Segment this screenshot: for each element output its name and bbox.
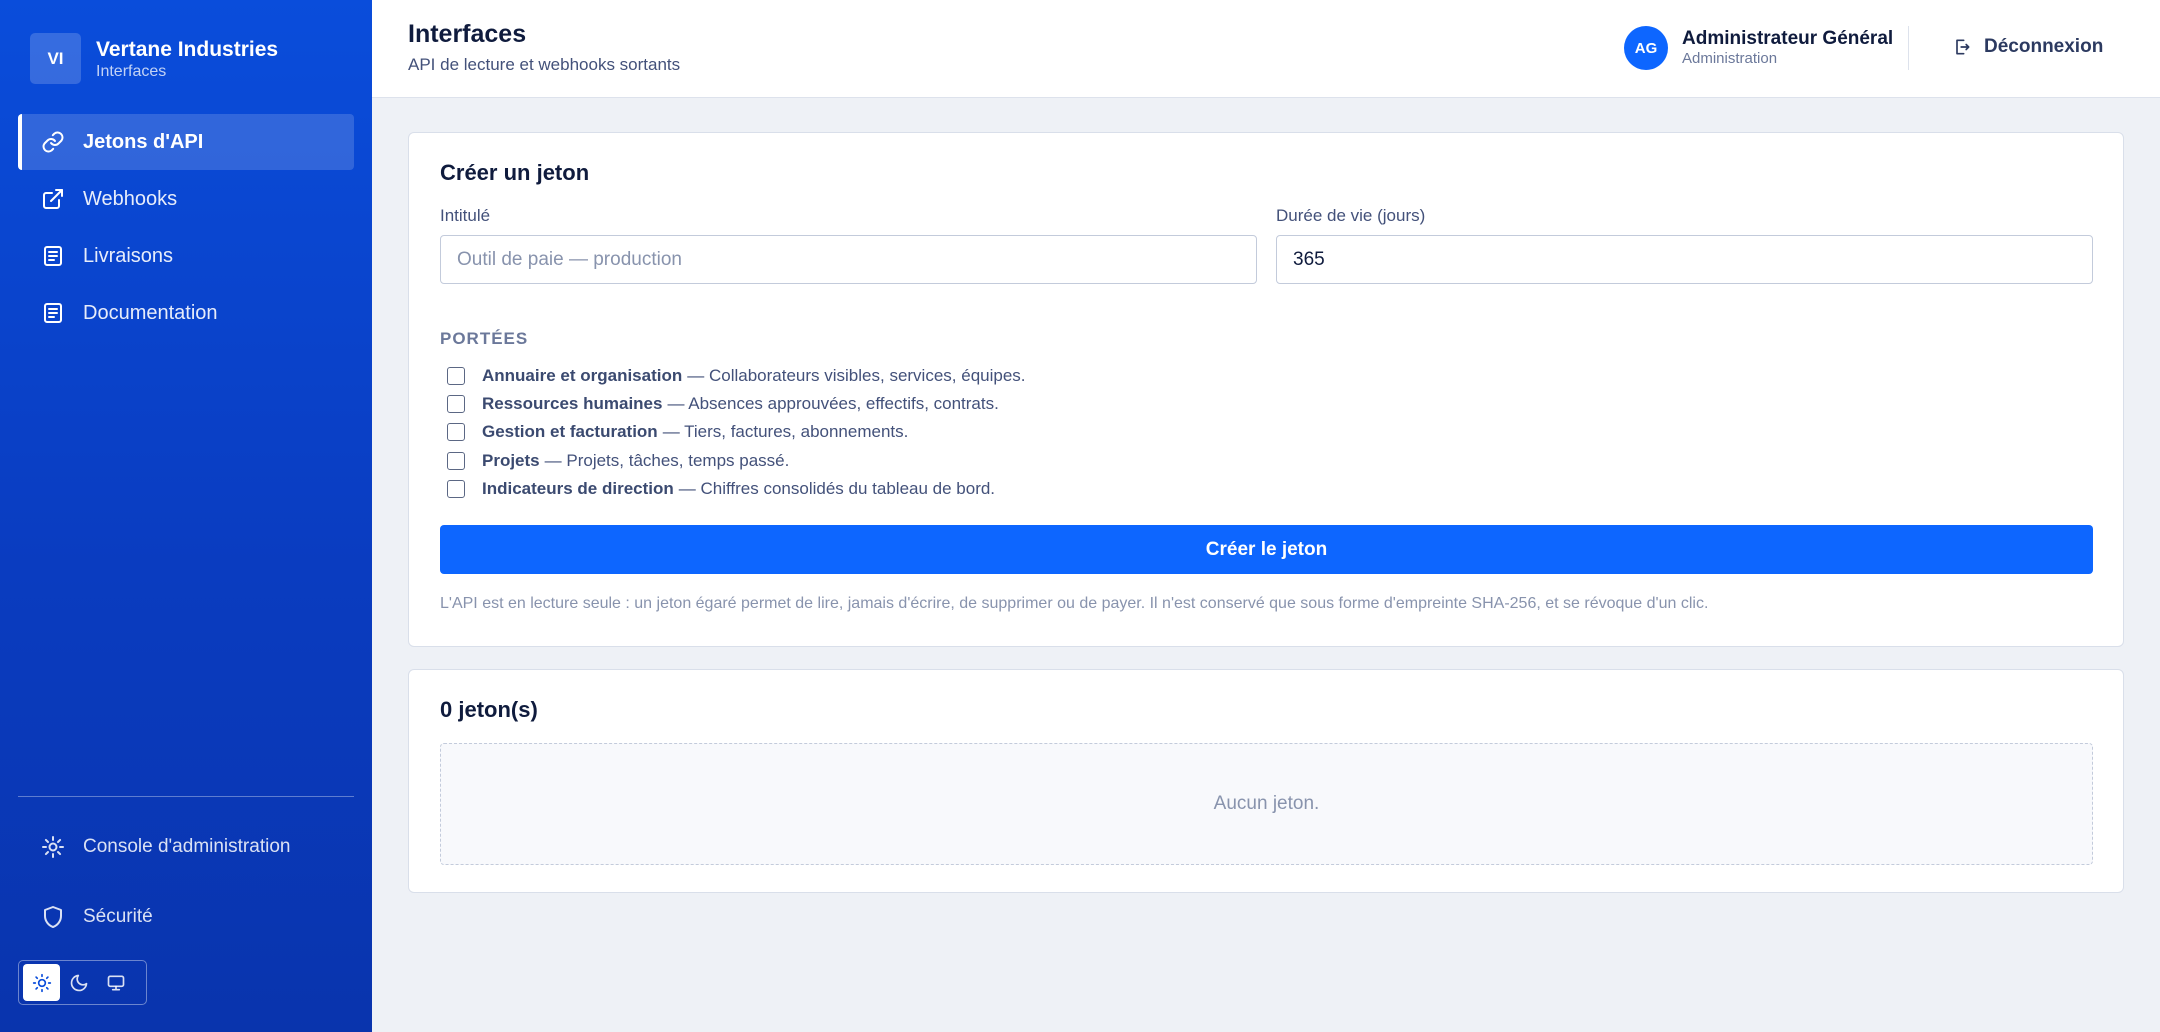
avatar: AG [1624,26,1668,70]
scope-name: Annuaire et organisation [482,366,683,385]
scope-description: — Absences approuvées, effectifs, contra… [667,394,999,413]
sidebar-divider [18,796,354,797]
sidebar-item-label: Webhooks [83,187,178,210]
sidebar: VI Vertane Industries Interfaces Jetons … [0,0,372,1032]
scope-checkbox[interactable] [447,395,465,413]
monitor-icon [107,975,124,990]
page-header: Interfaces API de lecture et webhooks so… [372,0,2160,98]
empty-state: Aucun jeton. [440,743,2093,865]
create-token-title: Créer un jeton [440,160,590,185]
brand-subtitle: Interfaces [96,62,167,80]
scope-billing[interactable]: Gestion et facturation — Tiers, factures… [447,422,908,442]
logout-button[interactable]: Déconnexion [1952,36,2103,58]
token-label-input[interactable] [440,235,1257,284]
sun-icon [32,973,51,992]
scope-description: — Projets, tâches, temps passé. [544,451,790,470]
lifetime-field-label: Durée de vie (jours) [1276,206,1426,225]
scope-management-indicators[interactable]: Indicateurs de direction — Chiffres cons… [447,479,995,499]
label-field-label: Intitulé [440,206,491,225]
brand: VI Vertane Industries Interfaces [30,33,278,84]
external-link-icon [41,187,65,211]
brand-logo: VI [30,33,81,84]
scope-name: Ressources humaines [482,394,663,413]
sidebar-item-admin-console[interactable]: Console d'administration [41,835,290,859]
logout-label: Déconnexion [1984,36,2104,57]
header-divider [1908,26,1909,70]
sidebar-nav: Jetons d'API Webhooks Livraisons Documen… [18,114,354,342]
lifetime-input[interactable] [1276,235,2093,284]
empty-state-text: Aucun jeton. [1213,793,1320,814]
tokens-list-card: 0 jeton(s) Aucun jeton. [408,669,2124,893]
brand-name: Vertane Industries [96,37,279,61]
sidebar-item-documentation[interactable]: Documentation [18,285,354,341]
gear-icon [41,835,65,859]
create-token-button[interactable]: Créer le jeton [440,525,2093,574]
scope-description: — Tiers, factures, abonnements. [662,422,909,441]
moon-icon [70,974,87,991]
scope-checkbox[interactable] [447,367,465,385]
scope-directory[interactable]: Annuaire et organisation — Collaborateur… [447,366,1026,386]
page-subtitle: API de lecture et webhooks sortants [408,55,681,74]
user-name: Administrateur Général [1682,28,1894,49]
scope-name: Projets [482,451,540,470]
scope-description: — Collaborateurs visibles, services, équ… [687,366,1026,385]
theme-light-button[interactable] [23,964,60,1001]
scopes-title: PORTÉES [440,329,529,348]
security-note: L'API est en lecture seule : un jeton ég… [440,595,1709,612]
sidebar-item-api-tokens[interactable]: Jetons d'API [18,114,354,170]
scope-description: — Chiffres consolidés du tableau de bord… [678,479,996,498]
theme-dark-button[interactable] [60,964,97,1001]
scope-checkbox[interactable] [447,423,465,441]
scope-name: Indicateurs de direction [482,479,674,498]
sidebar-item-label: Console d'administration [83,836,291,857]
sidebar-item-label: Sécurité [83,906,153,927]
scope-name: Gestion et facturation [482,422,658,441]
scope-hr[interactable]: Ressources humaines — Absences approuvée… [447,394,999,414]
list-icon [41,244,65,268]
user-menu[interactable]: AG Administrateur Général Administration [1624,26,1893,70]
theme-system-button[interactable] [97,964,134,1001]
logout-icon [1956,39,1970,55]
tokens-count-title: 0 jeton(s) [440,697,538,722]
link-icon [41,130,65,154]
document-icon [41,301,65,325]
create-token-card: Créer un jeton Intitulé Durée de vie (jo… [408,132,2124,647]
sidebar-item-label: Documentation [83,301,218,324]
sidebar-item-label: Jetons d'API [83,130,204,153]
scope-checkbox[interactable] [447,480,465,498]
sidebar-item-deliveries[interactable]: Livraisons [18,228,354,284]
user-role: Administration [1682,50,1778,67]
scope-checkbox[interactable] [447,452,465,470]
sidebar-item-label: Livraisons [83,244,174,267]
sidebar-item-webhooks[interactable]: Webhooks [18,171,354,227]
scope-projects[interactable]: Projets — Projets, tâches, temps passé. [447,451,789,471]
page-title: Interfaces [408,20,527,48]
sidebar-item-security[interactable]: Sécurité [41,905,153,929]
shield-icon [41,905,65,929]
theme-switcher [18,960,147,1005]
